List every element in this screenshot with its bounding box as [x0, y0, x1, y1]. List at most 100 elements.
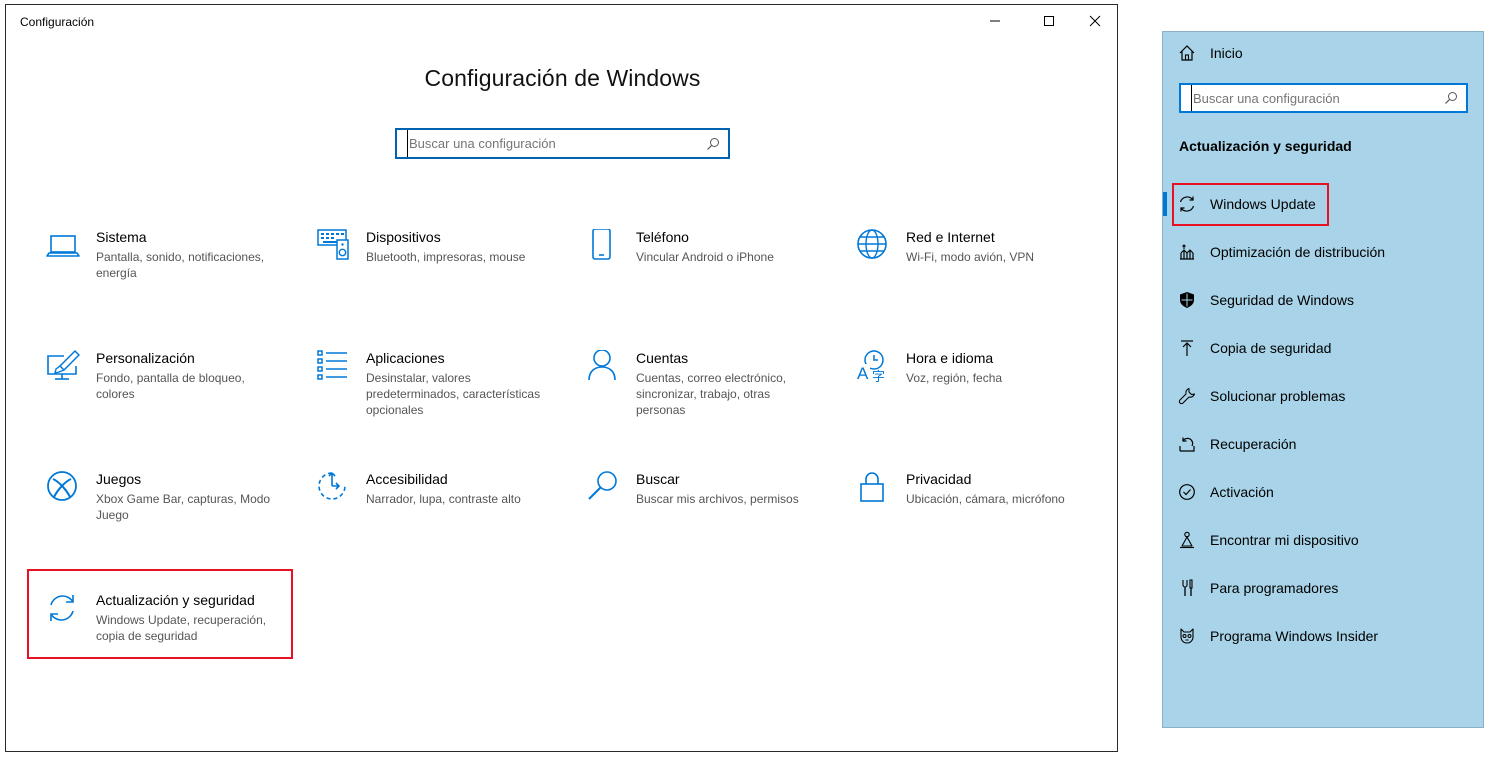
check-circle-icon	[1179, 484, 1195, 500]
category-title: Personalización	[96, 350, 195, 366]
category-personalizacion[interactable]: Personalización Fondo, pantalla de bloqu…	[46, 350, 306, 450]
category-title: Accesibilidad	[366, 471, 448, 487]
minimize-button[interactable]	[972, 5, 1018, 37]
sidebar-item-encontrar-dispositivo[interactable]: Encontrar mi dispositivo	[1163, 520, 1483, 560]
category-description: Voz, región, fecha	[906, 371, 1003, 385]
sidebar-item-label: Encontrar mi dispositivo	[1210, 532, 1359, 548]
backup-arrow-icon	[1181, 340, 1193, 356]
category-sistema[interactable]: Sistema Pantalla, sonido, notificaciones…	[46, 229, 306, 329]
category-aplicaciones[interactable]: Aplicaciones Desinstalar, valores predet…	[316, 350, 576, 450]
category-description: Narrador, lupa, contraste alto	[366, 492, 521, 506]
category-title: Cuentas	[636, 350, 689, 366]
category-buscar[interactable]: Buscar Buscar mis archivos, permisos	[586, 471, 846, 571]
person-icon	[588, 350, 616, 381]
category-title: Red e Internet	[906, 229, 995, 245]
app-title: Configuración	[20, 15, 95, 29]
sidebar-item-solucionar-problemas[interactable]: Solucionar problemas	[1163, 376, 1483, 416]
sidebar-item-label: Solucionar problemas	[1210, 388, 1346, 404]
paint-monitor-icon	[47, 350, 80, 380]
time-language-icon: A 字	[856, 350, 885, 385]
sidebar-item-seguridad-windows[interactable]: Seguridad de Windows	[1163, 280, 1483, 320]
close-button[interactable]	[1072, 5, 1118, 37]
minimize-icon	[990, 20, 1000, 22]
delivery-optimization-icon	[1180, 244, 1194, 260]
category-title: Aplicaciones	[366, 350, 445, 366]
category-title: Teléfono	[636, 229, 689, 245]
category-description: Wi-Fi, modo avión, VPN	[906, 250, 1035, 264]
category-description: Buscar mis archivos, permisos	[636, 492, 799, 506]
close-icon	[1089, 15, 1101, 27]
sidebar-item-label: Copia de seguridad	[1210, 340, 1332, 356]
sidebar-item-programadores[interactable]: Para programadores	[1163, 568, 1483, 608]
find-device-icon	[1180, 531, 1194, 549]
settings-window: Configuración Configuración de Windows S…	[5, 4, 1118, 752]
category-red-internet[interactable]: Red e Internet Wi-Fi, modo avión, VPN	[856, 229, 1116, 329]
maximize-icon	[1044, 16, 1054, 26]
magnifier-icon	[588, 471, 617, 500]
category-hora-idioma[interactable]: A 字 Hora e idioma Voz, región, fecha	[856, 350, 1116, 450]
insider-cat-icon	[1180, 628, 1194, 644]
search-icon	[1445, 92, 1457, 104]
app-list-icon	[317, 350, 347, 380]
category-title: Hora e idioma	[906, 350, 994, 366]
home-icon	[1179, 45, 1195, 61]
recovery-icon	[1179, 437, 1195, 452]
sidebar-item-label: Optimización de distribución	[1210, 244, 1386, 260]
category-cuentas[interactable]: Cuentas Cuentas, correo electrónico, sin…	[586, 350, 846, 450]
title-bar: Configuración	[6, 5, 1117, 39]
side-search-box[interactable]	[1179, 83, 1468, 113]
sidebar-item-label: Inicio	[1210, 45, 1243, 61]
sidebar-item-inicio[interactable]: Inicio	[1163, 33, 1483, 73]
category-juegos[interactable]: Juegos Xbox Game Bar, capturas, Modo Jue…	[46, 471, 306, 571]
category-accesibilidad[interactable]: Accesibilidad Narrador, lupa, contraste …	[316, 471, 576, 571]
side-search-input[interactable]	[1191, 85, 1438, 111]
sidebar-item-label: Programa Windows Insider	[1210, 628, 1379, 644]
category-description: Desinstalar, valores predeterminados, ca…	[366, 371, 541, 417]
xbox-icon	[47, 471, 77, 501]
sidebar-item-label: Para programadores	[1210, 580, 1339, 596]
sidebar-item-optimizacion-distribucion[interactable]: Optimización de distribución	[1163, 232, 1483, 272]
update-security-side-panel: Inicio Actualización y seguridad Windows…	[1162, 31, 1484, 728]
page-title: Configuración de Windows	[424, 65, 701, 91]
developer-tools-icon	[1182, 579, 1193, 596]
category-description: Fondo, pantalla de bloqueo, colores	[96, 371, 245, 401]
category-title: Buscar	[636, 471, 680, 487]
svg-text:A: A	[857, 364, 869, 383]
category-title: Dispositivos	[366, 229, 441, 245]
svg-text:字: 字	[872, 370, 885, 385]
keyboard-speaker-icon	[317, 229, 349, 260]
category-title: Privacidad	[906, 471, 972, 487]
category-description: Xbox Game Bar, capturas, Modo Juego	[96, 492, 271, 522]
sidebar-item-label: Seguridad de Windows	[1210, 292, 1354, 308]
category-description: Vincular Android o iPhone	[636, 250, 774, 264]
search-input[interactable]	[407, 130, 700, 157]
wrench-icon	[1178, 387, 1196, 405]
category-description: Cuentas, correo electrónico, sincronizar…	[636, 371, 787, 417]
globe-icon	[857, 229, 887, 259]
category-privacidad[interactable]: Privacidad Ubicación, cámara, micrófono	[856, 471, 1116, 571]
search-box[interactable]	[395, 128, 730, 159]
category-description: Ubicación, cámara, micrófono	[906, 492, 1065, 506]
lock-icon	[860, 472, 884, 502]
sidebar-item-copia-seguridad[interactable]: Copia de seguridad	[1163, 328, 1483, 368]
maximize-button[interactable]	[1026, 5, 1072, 37]
highlight-box	[27, 569, 293, 659]
sidebar-item-label: Recuperación	[1210, 436, 1297, 452]
category-title: Juegos	[96, 471, 142, 487]
category-title: Sistema	[96, 229, 147, 245]
sidebar-item-recuperacion[interactable]: Recuperación	[1163, 424, 1483, 464]
search-icon	[707, 137, 719, 150]
highlight-box	[1172, 183, 1329, 226]
category-description: Pantalla, sonido, notificaciones, energí…	[96, 250, 265, 280]
accessibility-icon	[318, 472, 346, 500]
sidebar-item-label: Activación	[1210, 484, 1274, 500]
shield-icon	[1180, 292, 1194, 308]
laptop-icon	[46, 235, 80, 257]
side-section-heading: Actualización y seguridad	[1179, 138, 1352, 154]
sidebar-item-windows-insider[interactable]: Programa Windows Insider	[1163, 616, 1483, 656]
phone-icon	[592, 229, 611, 260]
category-dispositivos[interactable]: Dispositivos Bluetooth, impresoras, mous…	[316, 229, 576, 329]
category-description: Bluetooth, impresoras, mouse	[366, 250, 526, 264]
sidebar-item-activacion[interactable]: Activación	[1163, 472, 1483, 512]
category-telefono[interactable]: Teléfono Vincular Android o iPhone	[586, 229, 846, 329]
